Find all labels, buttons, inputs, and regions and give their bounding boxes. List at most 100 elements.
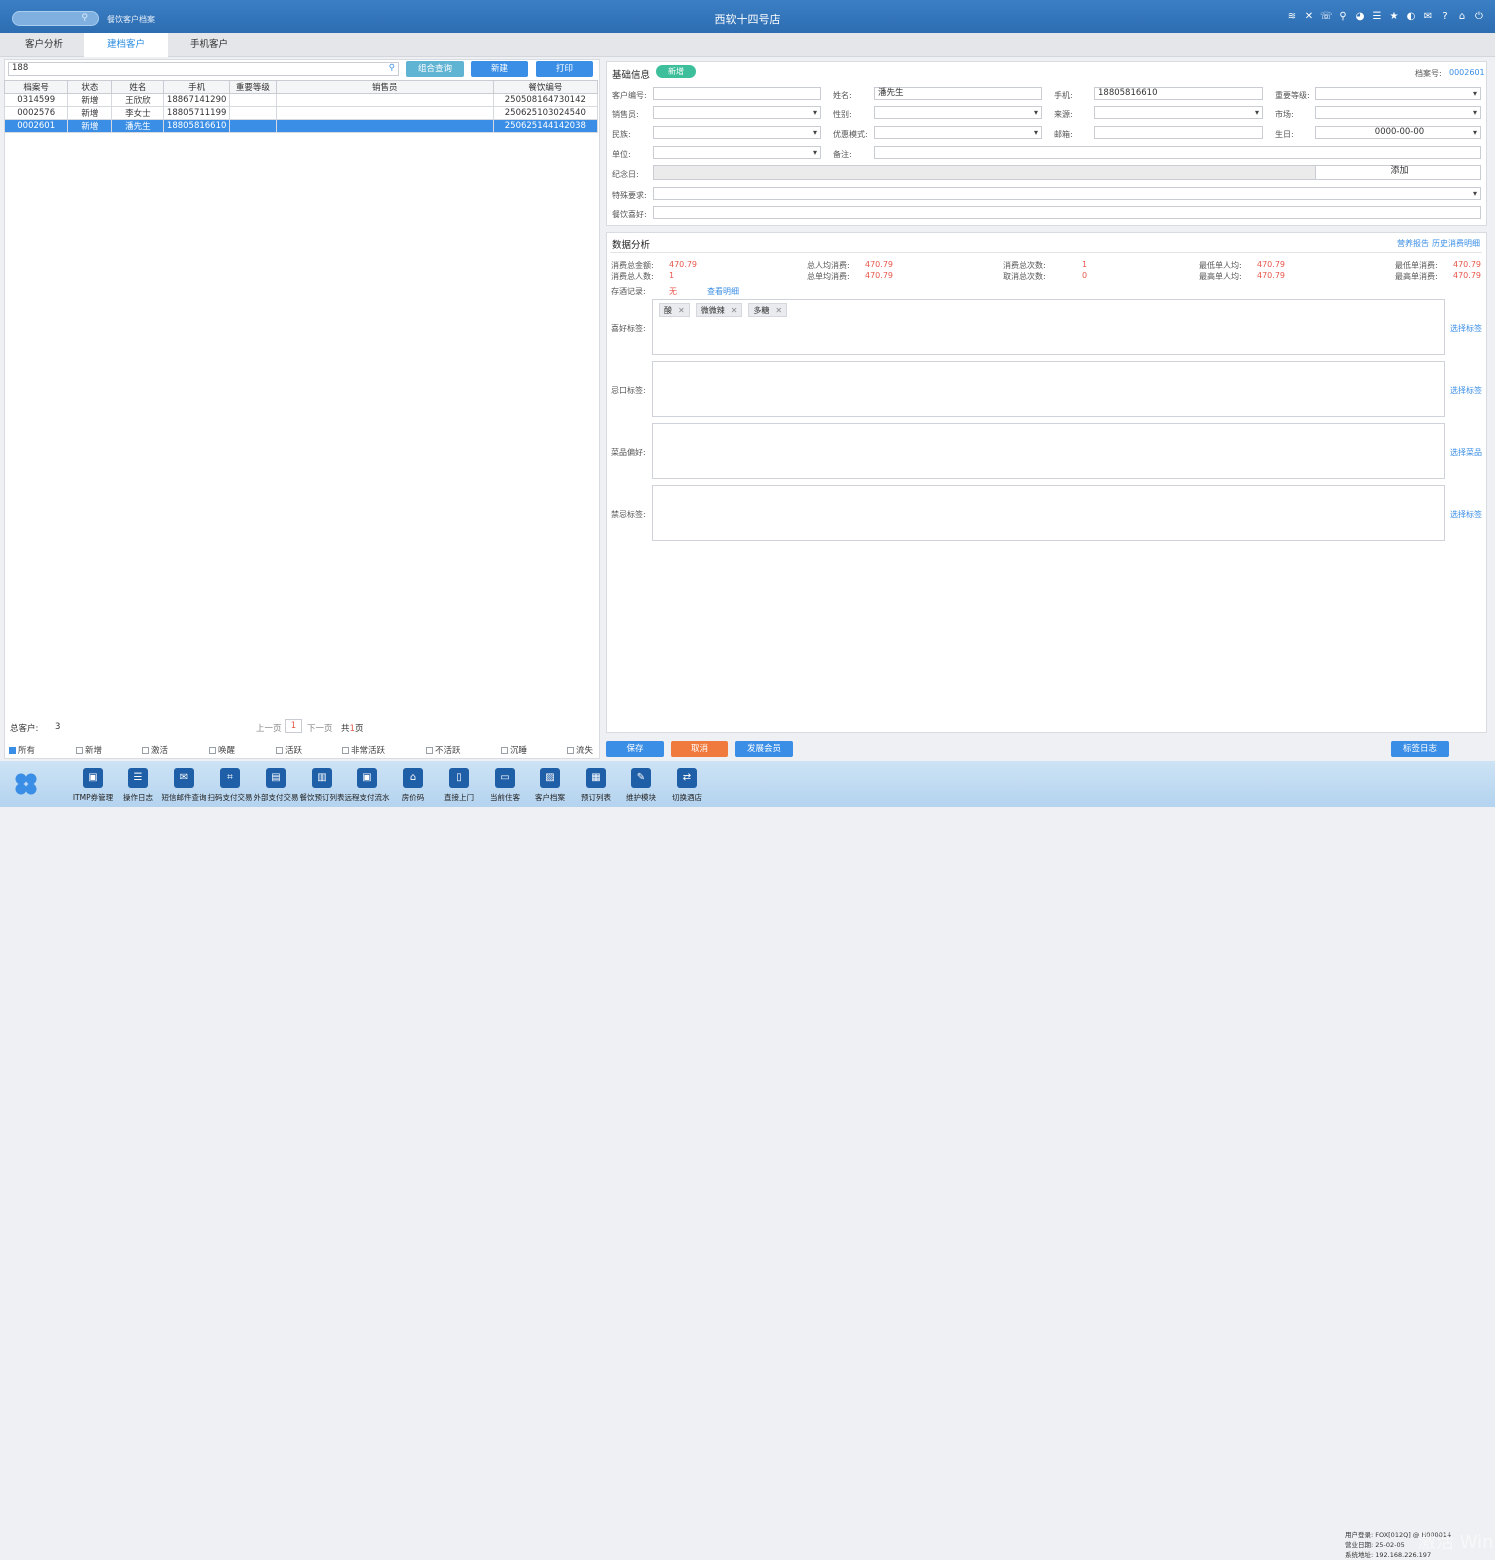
- checkbox-icon[interactable]: [342, 747, 349, 754]
- column-header[interactable]: 销售员: [275, 80, 494, 94]
- checkbox-icon[interactable]: [276, 747, 283, 754]
- customer-search-input[interactable]: 188 ⚲: [8, 62, 399, 76]
- remote-pay-icon[interactable]: ▣: [357, 768, 377, 788]
- filter-checkbox[interactable]: 流失: [567, 744, 593, 756]
- market-select[interactable]: [1315, 106, 1481, 119]
- filter-checkbox[interactable]: 所有: [9, 744, 35, 756]
- filter-checkbox[interactable]: 不活跃: [426, 744, 461, 756]
- list-icon[interactable]: ☰: [1371, 10, 1383, 23]
- print-button[interactable]: 打印: [536, 61, 593, 77]
- source-select[interactable]: [1094, 106, 1263, 119]
- checkbox-icon[interactable]: [9, 747, 16, 754]
- palette-icon[interactable]: ◕: [1354, 10, 1366, 23]
- close-icon[interactable]: ✕: [678, 306, 685, 315]
- tag-box[interactable]: 酸 ✕ 微微辣 ✕ 多糖 ✕: [652, 299, 1445, 355]
- column-header[interactable]: 餐饮编号: [492, 80, 599, 94]
- booking-icon[interactable]: ▦: [586, 768, 606, 788]
- discount-select[interactable]: [874, 126, 1042, 139]
- checkbox-icon[interactable]: [501, 747, 508, 754]
- checkbox-icon[interactable]: [426, 747, 433, 754]
- cancel-button[interactable]: 取消: [671, 741, 728, 757]
- column-header[interactable]: 姓名: [111, 80, 165, 94]
- save-button[interactable]: 保存: [606, 741, 664, 757]
- contrast-icon[interactable]: ◐: [1405, 10, 1417, 23]
- tag-log-button[interactable]: 标签日志: [1391, 741, 1449, 757]
- filter-checkbox[interactable]: 激活: [142, 744, 168, 756]
- tag-chip[interactable]: 多糖 ✕: [748, 303, 788, 317]
- history-detail-link[interactable]: 历史消费明细: [1432, 238, 1480, 249]
- next-page-link[interactable]: 下一页: [307, 722, 333, 734]
- checkbox-icon[interactable]: [142, 747, 149, 754]
- column-header[interactable]: 重要等级: [228, 80, 277, 94]
- receipt-icon[interactable]: ▤: [266, 768, 286, 788]
- nation-select[interactable]: [653, 126, 821, 139]
- tag-chip[interactable]: 酸 ✕: [659, 303, 690, 317]
- profile-icon[interactable]: ▨: [540, 768, 560, 788]
- nutrition-report-link[interactable]: 营养报告: [1397, 238, 1429, 249]
- sales-select[interactable]: [653, 106, 821, 119]
- filter-checkbox[interactable]: 新增: [76, 744, 102, 756]
- unit-select[interactable]: [653, 146, 821, 159]
- app-logo-icon[interactable]: [14, 772, 38, 796]
- table-row[interactable]: 0002576 新增 李女士 18805711199 250625103024540: [3, 106, 599, 120]
- filter-checkbox[interactable]: 唤醒: [209, 744, 235, 756]
- table-row[interactable]: 0314599 新增 王欣欣 18867141290 250508164730142: [3, 93, 599, 107]
- checkbox-icon[interactable]: [209, 747, 216, 754]
- wifi-icon[interactable]: ≋: [1286, 10, 1298, 23]
- view-detail-link[interactable]: 查看明细: [707, 286, 739, 297]
- tab-mobile-customers[interactable]: 手机客户: [168, 33, 250, 57]
- name-field[interactable]: 潘先生: [874, 87, 1042, 100]
- anniversary-field[interactable]: [653, 165, 1316, 180]
- column-header[interactable]: 手机: [163, 80, 230, 94]
- birthday-field[interactable]: 0000-00-00: [1315, 126, 1481, 139]
- mobile-field[interactable]: 18805816610: [1094, 87, 1263, 100]
- ticket-icon[interactable]: ▣: [83, 768, 103, 788]
- select-tag-link[interactable]: 选择标签: [1450, 509, 1482, 520]
- new-button[interactable]: 新建: [471, 61, 528, 77]
- power-icon[interactable]: ⏻: [1473, 10, 1485, 23]
- close-icon[interactable]: ✕: [775, 306, 782, 315]
- door-icon[interactable]: ▯: [449, 768, 469, 788]
- special-select[interactable]: [653, 187, 1481, 200]
- tag-box[interactable]: [652, 423, 1445, 479]
- tab-customer-analysis[interactable]: 客户分析: [4, 33, 84, 57]
- gender-select[interactable]: [874, 106, 1042, 119]
- tag-box[interactable]: [652, 361, 1445, 417]
- select-tag-link[interactable]: 选择标签: [1450, 385, 1482, 396]
- filter-checkbox[interactable]: 非常活跃: [342, 744, 385, 756]
- combo-query-button[interactable]: 组合查询: [406, 61, 464, 77]
- develop-member-button[interactable]: 发展会员: [735, 741, 793, 757]
- help-icon[interactable]: ?: [1439, 10, 1451, 23]
- dock-item[interactable]: ⇄ 切换酒店: [664, 761, 710, 803]
- guest-card-icon[interactable]: ▭: [495, 768, 515, 788]
- log-icon[interactable]: ☰: [128, 768, 148, 788]
- close-icon[interactable]: ✕: [731, 306, 738, 315]
- wrench-icon[interactable]: ✎: [631, 768, 651, 788]
- home-icon[interactable]: ⌂: [403, 768, 423, 788]
- select-tag-link[interactable]: 选择菜品: [1450, 447, 1482, 458]
- column-header[interactable]: 状态: [67, 80, 113, 94]
- clipboard-icon[interactable]: ▥: [312, 768, 332, 788]
- mail-icon[interactable]: ✉: [174, 768, 194, 788]
- checkbox-icon[interactable]: [567, 747, 574, 754]
- checkbox-icon[interactable]: [76, 747, 83, 754]
- tab-archived-customers[interactable]: 建档客户: [84, 33, 168, 57]
- filter-checkbox[interactable]: 活跃: [276, 744, 302, 756]
- tag-chip[interactable]: 微微辣 ✕: [695, 303, 743, 317]
- note-field[interactable]: [874, 146, 1481, 159]
- select-tag-link[interactable]: 选择标签: [1450, 323, 1482, 334]
- search-user-icon[interactable]: ⚲: [1337, 10, 1349, 23]
- scan-icon[interactable]: ⌗: [220, 768, 240, 788]
- page-number-input[interactable]: 1: [285, 719, 302, 733]
- filter-checkbox[interactable]: 沉睡: [501, 744, 527, 756]
- email-field[interactable]: [1094, 126, 1263, 139]
- pref-field[interactable]: [653, 206, 1481, 219]
- cust-no-field[interactable]: [653, 87, 821, 100]
- home-icon[interactable]: ⌂: [1456, 10, 1468, 23]
- prev-page-link[interactable]: 上一页: [256, 722, 282, 734]
- switch-icon[interactable]: ⇄: [677, 768, 697, 788]
- tag-box[interactable]: [652, 485, 1445, 541]
- star-icon[interactable]: ★: [1388, 10, 1400, 23]
- add-anniversary-button[interactable]: 添加: [1315, 165, 1481, 180]
- column-header[interactable]: 档案号: [3, 80, 69, 94]
